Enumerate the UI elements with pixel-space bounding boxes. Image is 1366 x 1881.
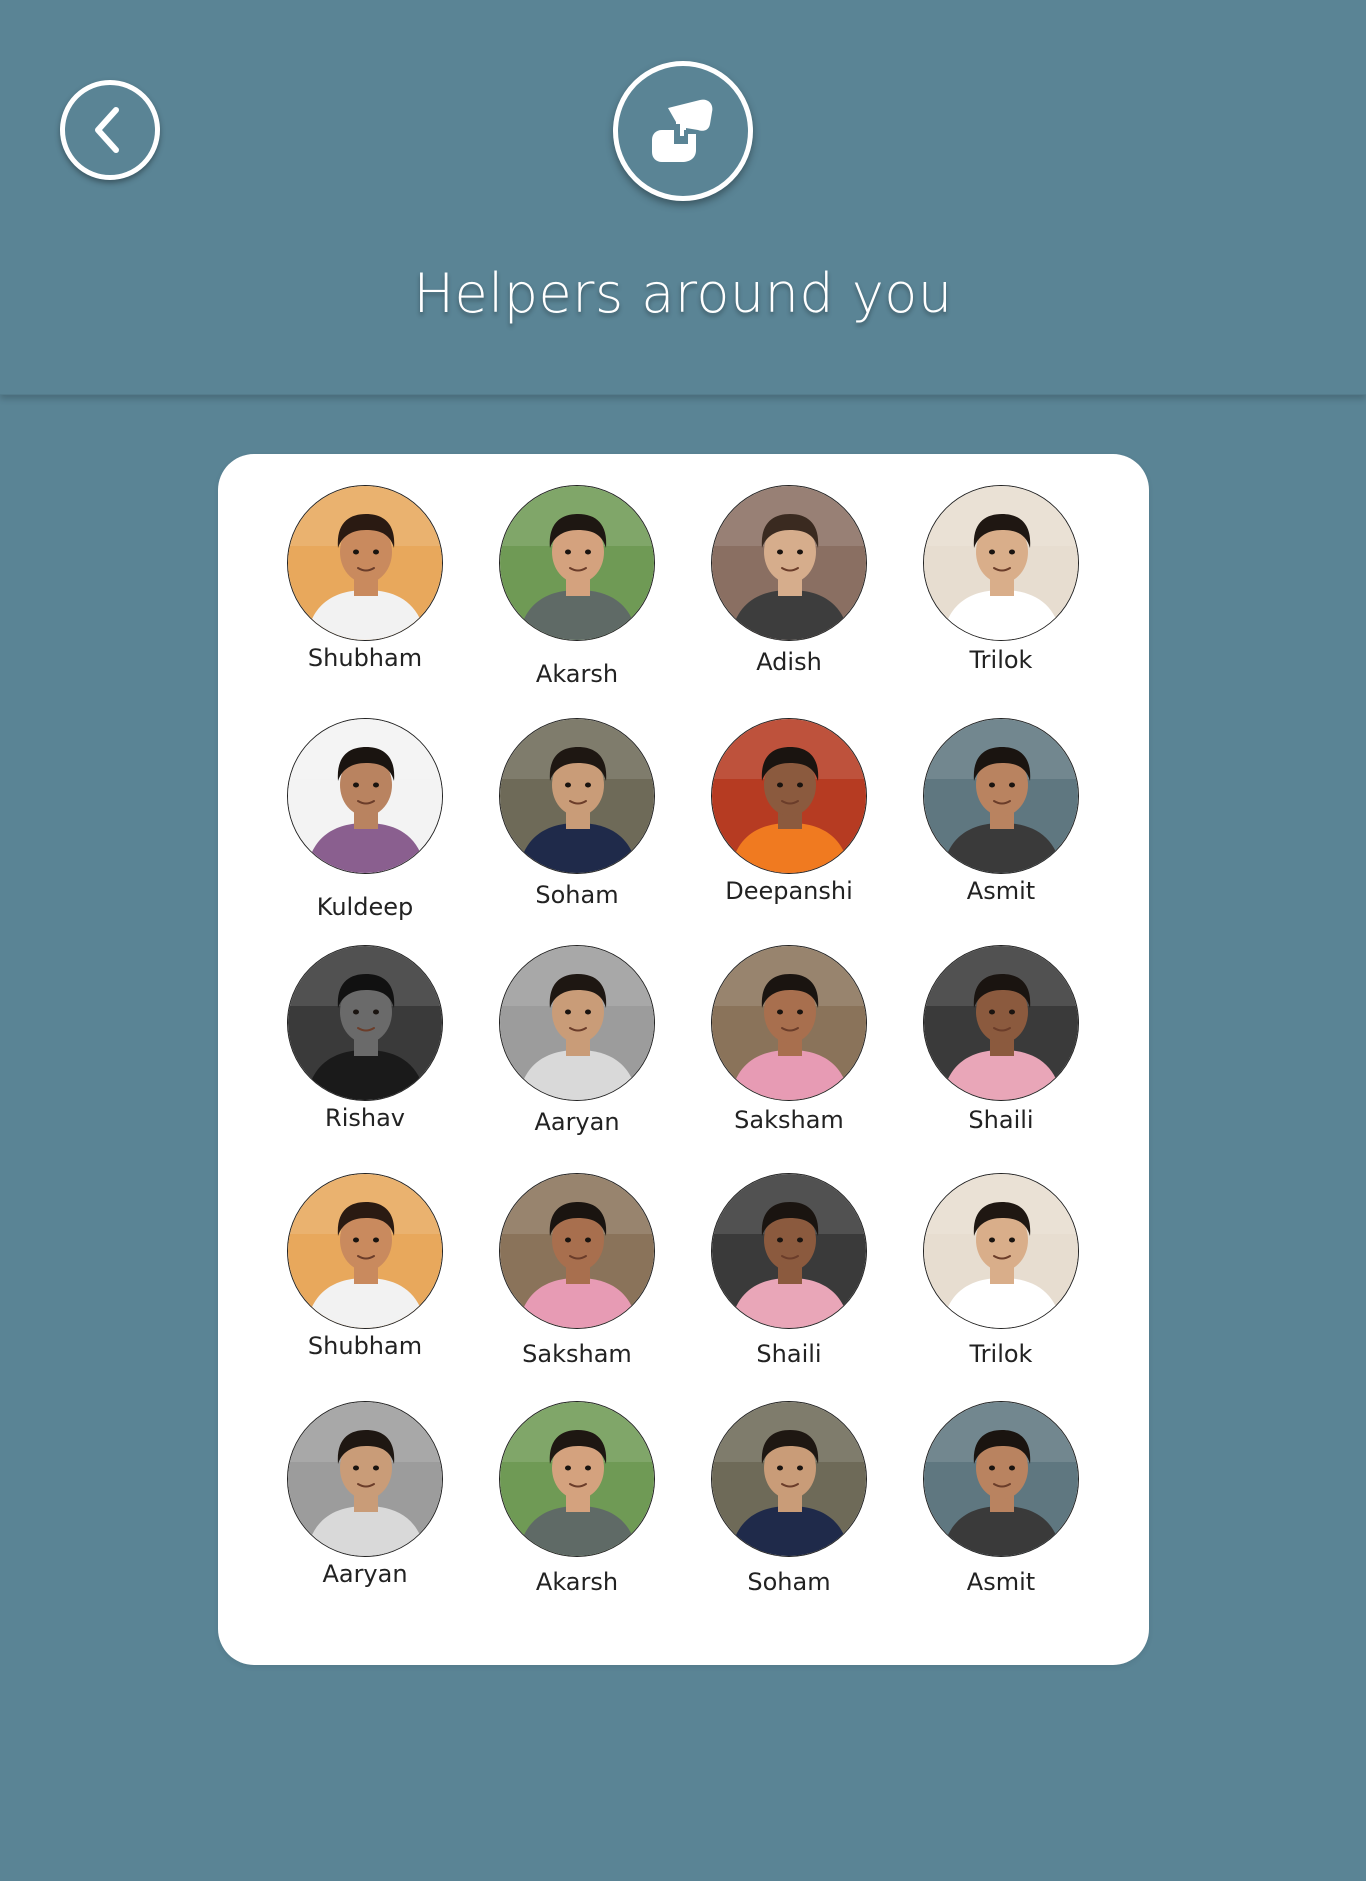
helping-hands-icon [652,99,713,162]
top-header: Helpers around you [0,0,1366,395]
helper-item[interactable]: Saksham [694,945,884,1135]
page-title: Helpers around you [413,262,953,325]
helper-avatar [499,945,655,1101]
helper-name: Adish [756,648,822,676]
helper-name: Trilok [969,646,1033,674]
helper-avatar [499,1173,655,1329]
helper-item[interactable]: Soham [694,1401,884,1597]
helper-name: Asmit [966,1568,1036,1596]
helper-avatar [499,485,655,641]
helper-avatar [923,945,1079,1101]
helper-avatar [499,718,655,874]
helper-avatar [923,485,1079,641]
helper-item[interactable]: Rishav [270,945,460,1133]
helper-avatar [923,1401,1079,1557]
helper-name: Trilok [969,1340,1033,1368]
helper-avatar [923,1173,1079,1329]
helper-avatar [287,718,443,874]
helper-name: Aaryan [322,1560,408,1588]
helper-item[interactable]: Shaili [694,1173,884,1369]
helper-name: Soham [747,1568,831,1596]
helper-item[interactable]: Shubham [270,1173,460,1361]
helper-avatar [711,945,867,1101]
helper-name: Shaili [756,1340,822,1368]
helper-name: Shaili [968,1106,1034,1134]
helper-avatar [711,718,867,874]
helper-item[interactable]: Shubham [270,485,460,673]
helper-item[interactable]: Trilok [906,485,1096,675]
helper-name: Saksham [522,1340,632,1368]
helper-avatar [287,1401,443,1557]
helper-item[interactable]: Akarsh [482,485,672,689]
helper-avatar [711,1173,867,1329]
helper-name: Kuldeep [316,893,414,921]
helper-item[interactable]: Deepanshi [694,718,884,906]
helper-item[interactable]: Saksham [482,1173,672,1369]
helper-item[interactable]: Shaili [906,945,1096,1135]
helper-name: Shubham [307,1332,423,1360]
helpers-card: Shubham Akarsh Adish Trilok Kuldeep Soham Deep… [218,454,1149,1665]
helper-name: Deepanshi [725,877,853,905]
helper-item[interactable]: Asmit [906,1401,1096,1597]
helper-item[interactable]: Akarsh [482,1401,672,1597]
helper-item[interactable]: Aaryan [482,945,672,1137]
helper-name: Akarsh [535,660,619,688]
helper-name: Shubham [307,644,423,672]
helper-avatar [287,485,443,641]
helper-name: Aaryan [534,1108,620,1136]
helper-name: Akarsh [535,1568,619,1596]
helper-avatar [711,485,867,641]
helper-avatar [711,1401,867,1557]
helper-item[interactable]: Soham [482,718,672,910]
chevron-left-icon [95,107,119,153]
helper-avatar [287,1173,443,1329]
helper-name: Rishav [325,1104,405,1132]
helper-item[interactable]: Asmit [906,718,1096,906]
helper-item[interactable]: Aaryan [270,1401,460,1589]
app-logo [613,61,753,201]
helper-item[interactable]: Kuldeep [270,718,460,922]
helper-avatar [287,945,443,1101]
helper-name: Asmit [966,877,1036,905]
helper-name: Saksham [734,1106,844,1134]
helper-avatar [923,718,1079,874]
back-button[interactable] [60,80,160,180]
helper-item[interactable]: Trilok [906,1173,1096,1369]
helper-name: Soham [535,881,619,909]
helper-item[interactable]: Adish [694,485,884,677]
helper-avatar [499,1401,655,1557]
